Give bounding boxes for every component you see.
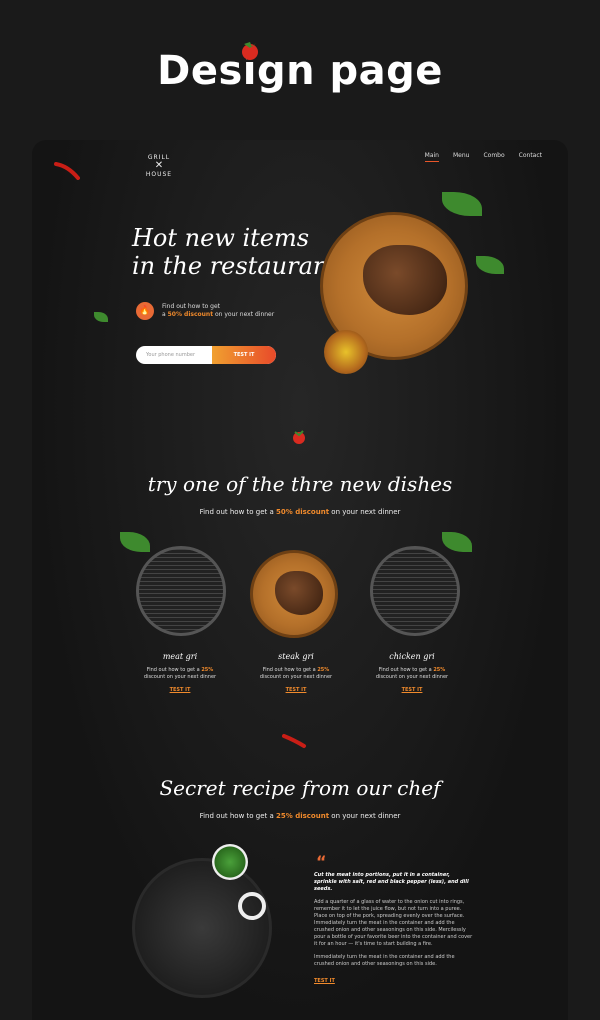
dishes-subtitle-pre: Find out how to get a (199, 508, 274, 516)
dish-description: Find out how to get a 25% discount on yo… (236, 667, 356, 681)
dish-test-it-link[interactable]: TEST IT (352, 687, 472, 693)
hero-steak (363, 245, 447, 315)
dish-desc-post: discount on your next dinner (375, 674, 449, 680)
dish-desc-pre: Find out how to get a (146, 667, 200, 673)
hero-title: Hot new items in the restaurant (132, 224, 338, 280)
recipe-test-it-link[interactable]: TEST IT (314, 978, 335, 984)
tomato-decoration (242, 42, 258, 60)
recipe-text: Cut the meat into portions, put it in a … (314, 872, 474, 974)
test-it-button[interactable]: TEST IT (212, 346, 276, 364)
nav-item-main[interactable]: Main (424, 152, 439, 162)
poster-title: Design page (157, 48, 443, 94)
grill-house-logo[interactable]: GRILL ✕ HOUSE (136, 154, 182, 178)
hero-title-line1: Hot new items (132, 224, 310, 252)
meat-grill-image (136, 546, 226, 636)
dish-card-meat: meat gri Find out how to get a 25% disco… (120, 652, 240, 693)
logo-text-line2: HOUSE (145, 171, 173, 178)
corn-bowl (324, 330, 368, 374)
dish-card-steak: steak gri Find out how to get a 25% disc… (236, 652, 356, 693)
dish-desc-highlight: 25% (433, 667, 446, 673)
recipe-section-subtitle: Find out how to get a 25% discount on yo… (32, 812, 568, 820)
recipe-section-title: Secret recipe from our chef (159, 776, 441, 800)
dishes-section-title: try one of the thre new dishes (147, 472, 453, 496)
basil-leaf (94, 312, 108, 322)
skewers-board-image (132, 858, 272, 998)
basil-leaf (442, 192, 482, 216)
dish-description: Find out how to get a 25% discount on yo… (352, 667, 472, 681)
dish-test-it-link[interactable]: TEST IT (236, 687, 356, 693)
main-nav: Main Menu Combo Contact (424, 152, 542, 162)
recipe-paragraph-1: Add a quarter of a glass of water to the… (314, 899, 473, 947)
hero-title-line2: in the restaurant (132, 252, 338, 280)
hero-offer-line2: a 50% discount on your next dinner (162, 311, 274, 319)
chicken-grill-image (370, 546, 460, 636)
chili-pepper-icon (54, 162, 80, 180)
hero-offer-post: on your next dinner (215, 311, 275, 318)
hero-offer-line1: Find out how to get (162, 303, 221, 310)
hero-offer-text: Find out how to get a 50% discount on yo… (162, 303, 274, 319)
onion-rings (238, 892, 266, 920)
phone-input[interactable]: Your phone number (136, 352, 212, 358)
dish-name: meat gri (162, 652, 198, 661)
dish-test-it-link[interactable]: TEST IT (120, 687, 240, 693)
chili-pepper-icon (282, 734, 306, 748)
recipe-lead: Cut the meat into portions, put it in a … (314, 872, 469, 892)
hero-offer: 🔥 Find out how to get a 50% discount on … (136, 302, 274, 320)
dish-desc-highlight: 25% (317, 667, 330, 673)
dish-desc-pre: Find out how to get a (378, 667, 432, 673)
dish-desc-post: discount on your next dinner (143, 674, 217, 680)
recipe-subtitle-pre: Find out how to get a (199, 812, 274, 820)
dishes-section-subtitle: Find out how to get a 50% discount on yo… (32, 508, 568, 516)
dish-name: chicken gri (389, 652, 435, 661)
hero-offer-highlight: 50% discount (167, 311, 214, 318)
dish-card-chicken: chicken gri Find out how to get a 25% di… (352, 652, 472, 693)
basil-leaf (476, 256, 504, 274)
hero-offer-pre: a (162, 311, 166, 318)
steak-board-image (250, 550, 338, 638)
recipe-subtitle-post: on your next dinner (331, 812, 401, 820)
dish-name: steak gri (278, 652, 314, 661)
fire-icon: 🔥 (136, 302, 154, 320)
recipe-paragraph-2: Immediately turn the meat in the contain… (314, 954, 455, 967)
quote-mark: “ (316, 852, 327, 871)
nav-item-menu[interactable]: Menu (453, 152, 469, 162)
cucumber-bowl (212, 844, 248, 880)
nav-item-combo[interactable]: Combo (483, 152, 504, 162)
dish-description: Find out how to get a 25% discount on yo… (120, 667, 240, 681)
dish-desc-highlight: 25% (201, 667, 214, 673)
dish-desc-post: discount on your next dinner (259, 674, 333, 680)
dishes-subtitle-highlight: 50% discount (276, 508, 330, 516)
website-mockup: GRILL ✕ HOUSE Main Menu Combo Contact Ho… (32, 140, 568, 1020)
steak (275, 571, 323, 615)
nav-item-contact[interactable]: Contact (519, 152, 542, 162)
tomato-icon (293, 430, 305, 444)
dishes-subtitle-post: on your next dinner (331, 508, 401, 516)
basil-leaf (120, 532, 150, 552)
dish-desc-pre: Find out how to get a (262, 667, 316, 673)
phone-form: Your phone number TEST IT (136, 346, 276, 364)
recipe-subtitle-highlight: 25% discount (276, 812, 330, 820)
basil-leaf (442, 532, 472, 552)
fork-knife-icon: ✕ (154, 160, 164, 171)
